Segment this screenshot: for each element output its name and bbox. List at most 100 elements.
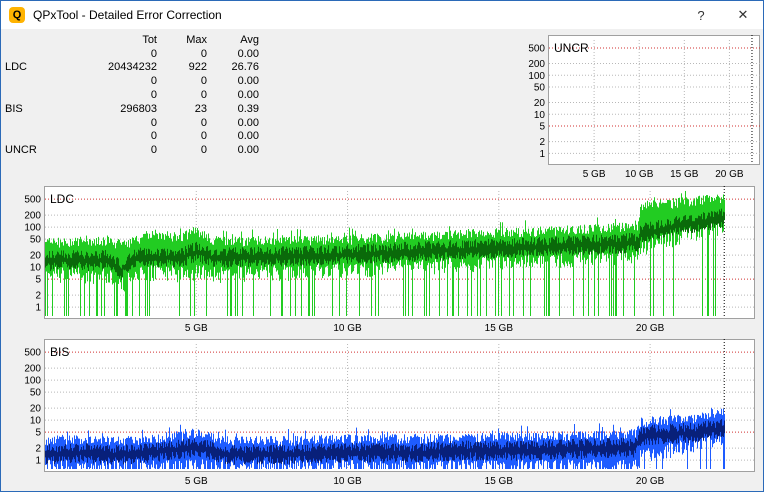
error-bar-light — [421, 232, 422, 262]
error-bar-dark — [197, 444, 198, 453]
error-bar-dark — [378, 250, 379, 260]
error-bar-dark — [648, 429, 649, 441]
error-bar-dark — [662, 225, 663, 234]
error-bar-light — [417, 435, 418, 463]
error-bar-light — [205, 434, 206, 469]
error-bar-dark — [549, 439, 550, 455]
error-bar-dark — [601, 444, 602, 457]
y-tick-label: 2 — [35, 444, 41, 455]
error-bar-dark — [557, 443, 558, 459]
error-bar-dark — [138, 249, 139, 262]
error-bar-dark — [219, 254, 220, 262]
error-bar-dark — [669, 430, 670, 440]
error-bar-dark — [640, 431, 641, 447]
error-bar-dark — [488, 238, 489, 259]
error-bar-dark — [418, 448, 419, 463]
error-bar-dark — [617, 443, 618, 452]
error-bar-dark — [611, 444, 612, 457]
error-bar-dark — [215, 447, 216, 458]
error-bar-dark — [136, 449, 137, 457]
error-bar-dark — [666, 225, 667, 233]
error-bar-dark — [486, 241, 487, 259]
help-button[interactable]: ? — [681, 1, 721, 29]
error-bar-dark — [506, 245, 507, 255]
error-bar-dark — [176, 254, 177, 263]
error-bar-dark — [606, 442, 607, 453]
error-bar-dark — [153, 444, 154, 458]
error-bar-dark — [348, 446, 349, 456]
error-bar-dark — [235, 448, 236, 457]
error-bar-dark — [49, 444, 50, 459]
error-bar-dark — [538, 445, 539, 459]
error-bar-dark — [505, 241, 506, 256]
error-bar-dark — [51, 257, 52, 270]
error-bar-light — [106, 244, 107, 283]
error-bar-dark — [335, 448, 336, 460]
error-bar-dark — [317, 446, 318, 462]
error-bar-dark — [294, 248, 295, 259]
error-bar-dark — [605, 446, 606, 458]
error-bar-dark — [567, 238, 568, 249]
error-bar-dark — [139, 449, 140, 459]
error-bar-dark — [670, 221, 671, 230]
error-bar-dark — [616, 241, 617, 254]
error-bar-dark — [582, 235, 583, 251]
error-bar-dark — [144, 443, 145, 463]
error-bar-dark — [121, 268, 122, 280]
error-bar-dark — [397, 245, 398, 260]
error-bar-light — [241, 231, 242, 268]
error-bar-dark — [357, 251, 358, 262]
error-bar-dark — [462, 240, 463, 260]
error-bar-dark — [46, 450, 47, 465]
error-bar-dark — [404, 241, 405, 256]
stats-row-max: 922 — [188, 61, 207, 74]
error-bar-light — [237, 239, 238, 316]
error-bar-dark — [270, 249, 271, 262]
error-bar-dark — [696, 218, 697, 232]
error-bar-dark — [624, 442, 625, 457]
error-bar-dark — [621, 235, 622, 254]
error-bar-dark — [190, 444, 191, 458]
error-bar-dark — [702, 219, 703, 230]
error-bar-dark — [465, 444, 466, 460]
error-bar-light — [293, 433, 294, 464]
title-bar[interactable]: Q QPxTool - Detailed Error Correction ? … — [1, 1, 763, 29]
error-bar-dark — [361, 247, 362, 260]
error-bar-light — [723, 408, 724, 469]
error-bar-dark — [337, 446, 338, 461]
stats-row-avg: 0.39 — [237, 102, 259, 115]
error-bar-dark — [194, 250, 195, 257]
error-bar-dark — [425, 241, 426, 261]
error-bar-dark — [506, 442, 507, 460]
error-bar-dark — [188, 244, 189, 259]
error-bar-light — [314, 236, 315, 316]
error-bar-dark — [565, 445, 566, 458]
error-bar-dark — [188, 438, 189, 453]
error-bar-dark — [265, 252, 266, 265]
error-bar-dark — [490, 242, 491, 254]
error-bar-dark — [529, 244, 530, 255]
error-bar-dark — [196, 441, 197, 452]
error-bar-dark — [133, 449, 134, 463]
error-bar-dark — [339, 246, 340, 265]
error-bar-dark — [627, 440, 628, 456]
error-bar-dark — [427, 447, 428, 459]
error-bar-dark — [648, 224, 649, 239]
error-bar-dark — [576, 444, 577, 459]
error-bar-dark — [274, 447, 275, 465]
error-bar-dark — [325, 449, 326, 458]
error-bar-dark — [135, 256, 136, 267]
error-bar-dark — [467, 448, 468, 457]
error-bar-dark — [236, 447, 237, 461]
error-bar-dark — [213, 254, 214, 267]
error-bar-dark — [304, 246, 305, 259]
close-button[interactable]: ✕ — [723, 1, 763, 29]
error-bar-dark — [89, 445, 90, 458]
error-bar-dark — [633, 443, 634, 458]
error-bar-dark — [124, 264, 125, 271]
error-bar-dark — [216, 448, 217, 462]
error-bar-dark — [543, 440, 544, 454]
error-bar-dark — [479, 243, 480, 259]
error-bar-dark — [51, 449, 52, 458]
error-bar-dark — [677, 219, 678, 232]
